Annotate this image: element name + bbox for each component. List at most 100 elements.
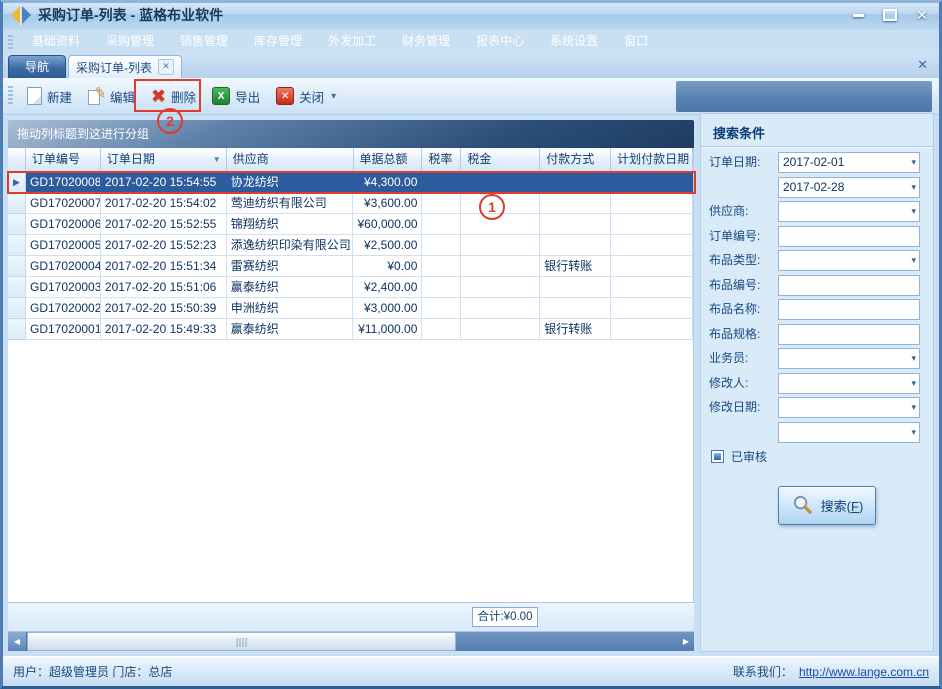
cell-tax[interactable] — [461, 214, 540, 235]
chevron-down-icon[interactable]: ▾ — [911, 153, 916, 172]
search-button[interactable]: 搜索(F) — [778, 486, 876, 525]
cell-total[interactable]: ¥0.00 — [353, 256, 422, 277]
cell-order_date[interactable]: 2017-02-20 15:51:06 — [101, 277, 227, 298]
chevron-down-icon[interactable]: ▾ — [911, 202, 916, 221]
menu-item-2[interactable]: 销售管理 — [167, 30, 241, 53]
column-header-tax_rate[interactable]: 税率 — [422, 148, 461, 172]
chevron-down-icon[interactable]: ▾ — [911, 349, 916, 368]
cell-planned_date[interactable] — [611, 214, 693, 235]
website-link[interactable]: http://www.lange.com.cn — [799, 665, 929, 679]
cell-payment[interactable] — [540, 193, 611, 214]
cell-total[interactable]: ¥3,000.00 — [353, 298, 422, 319]
cell-payment[interactable] — [540, 235, 611, 256]
audited-checkbox[interactable] — [711, 450, 724, 463]
column-header-tax[interactable]: 税金 — [461, 148, 540, 172]
cell-tax[interactable] — [461, 193, 540, 214]
cell-tax[interactable] — [461, 319, 540, 340]
cell-total[interactable]: ¥60,000.00 — [353, 214, 422, 235]
menu-item-4[interactable]: 外发加工 — [315, 30, 389, 53]
cell-supplier[interactable]: 协龙纺织 — [227, 172, 354, 193]
maximize-icon[interactable] — [880, 6, 900, 24]
menu-item-0[interactable]: 基础资料 — [19, 30, 93, 53]
cell-order_date[interactable]: 2017-02-20 15:50:39 — [101, 298, 227, 319]
tab-purchase-order-list[interactable]: 采购订单-列表 ✕ — [68, 55, 182, 78]
cell-tax[interactable] — [461, 277, 540, 298]
table-row[interactable]: GD170200062017-02-20 15:52:55锦翔纺织¥60,000… — [8, 214, 693, 235]
cell-total[interactable]: ¥3,600.00 — [353, 193, 422, 214]
cell-order_no[interactable]: GD17020007 — [26, 193, 101, 214]
table-row[interactable]: GD170200072017-02-20 15:54:02莺迪纺织有限公司¥3,… — [8, 193, 693, 214]
column-header-supplier[interactable]: 供应商 — [227, 148, 354, 172]
cell-tax_rate[interactable] — [422, 214, 461, 235]
tab-navigation[interactable]: 导航 — [8, 55, 66, 78]
scroll-right-icon[interactable]: ▶ — [683, 632, 689, 651]
cell-order_no[interactable]: GD17020008 — [26, 172, 101, 193]
input-fabric-name[interactable] — [778, 299, 920, 320]
horizontal-scrollbar[interactable]: ◀ ▶ — [8, 632, 694, 651]
cell-planned_date[interactable] — [611, 172, 693, 193]
combo-order-date-from[interactable]: 2017-02-01▾ — [778, 152, 920, 173]
cell-planned_date[interactable] — [611, 235, 693, 256]
table-row[interactable]: GD170200012017-02-20 15:49:33赢泰纺织¥11,000… — [8, 319, 693, 340]
combo-supplier[interactable]: ▾ — [778, 201, 920, 222]
column-header-planned_date[interactable]: 计划付款日期 — [611, 148, 693, 172]
cell-planned_date[interactable] — [611, 193, 693, 214]
column-header-order_date[interactable]: 订单日期▼ — [101, 148, 227, 172]
cell-total[interactable]: ¥2,500.00 — [353, 235, 422, 256]
cell-total[interactable]: ¥11,000.00 — [353, 319, 422, 340]
close-button[interactable]: ✕关闭▾ — [276, 87, 336, 106]
scrollbar-thumb[interactable] — [27, 632, 456, 651]
cell-order_date[interactable]: 2017-02-20 15:54:55 — [101, 172, 227, 193]
cell-planned_date[interactable] — [611, 319, 693, 340]
combo-order-date-to[interactable]: 2017-02-28▾ — [778, 177, 920, 198]
input-fabric-spec[interactable] — [778, 324, 920, 345]
cell-tax[interactable] — [461, 256, 540, 277]
cell-tax_rate[interactable] — [422, 277, 461, 298]
cell-order_no[interactable]: GD17020005 — [26, 235, 101, 256]
menu-item-7[interactable]: 系统设置 — [537, 30, 611, 53]
cell-tax_rate[interactable] — [422, 298, 461, 319]
new-button[interactable]: 新建 — [27, 87, 72, 106]
cell-order_no[interactable]: GD17020003 — [26, 277, 101, 298]
cell-supplier[interactable]: 锦翔纺织 — [227, 214, 354, 235]
cell-supplier[interactable]: 莺迪纺织有限公司 — [227, 193, 354, 214]
cell-planned_date[interactable] — [611, 277, 693, 298]
cell-total[interactable]: ¥2,400.00 — [353, 277, 422, 298]
cell-supplier[interactable]: 赢泰纺织 — [227, 319, 354, 340]
cell-supplier[interactable]: 申洲纺织 — [227, 298, 354, 319]
column-header-order_no[interactable]: 订单编号 — [26, 148, 101, 172]
cell-order_date[interactable]: 2017-02-20 15:49:33 — [101, 319, 227, 340]
cell-order_no[interactable]: GD17020004 — [26, 256, 101, 277]
cell-payment[interactable] — [540, 214, 611, 235]
cell-payment[interactable] — [540, 172, 611, 193]
cell-total[interactable]: ¥4,300.00 — [353, 172, 422, 193]
cell-supplier[interactable]: 添逸纺织印染有限公司 — [227, 235, 354, 256]
cell-tax[interactable] — [461, 235, 540, 256]
cell-tax_rate[interactable] — [422, 319, 461, 340]
combo-salesman[interactable]: ▾ — [778, 348, 920, 369]
cell-tax_rate[interactable] — [422, 235, 461, 256]
cell-order_date[interactable]: 2017-02-20 15:51:34 — [101, 256, 227, 277]
chevron-down-icon[interactable]: ▾ — [911, 178, 916, 197]
cell-payment[interactable]: 银行转账 — [540, 319, 611, 340]
cell-tax_rate[interactable] — [422, 256, 461, 277]
cell-tax_rate[interactable] — [422, 193, 461, 214]
cell-payment[interactable] — [540, 277, 611, 298]
panel-close-icon[interactable]: ✕ — [917, 57, 928, 73]
cell-tax[interactable] — [461, 298, 540, 319]
cell-order_no[interactable]: GD17020002 — [26, 298, 101, 319]
column-header-payment[interactable]: 付款方式 — [540, 148, 611, 172]
cell-tax[interactable] — [461, 172, 540, 193]
combo-modify-date-from[interactable]: ▾ — [778, 397, 920, 418]
chevron-down-icon[interactable]: ▾ — [331, 91, 336, 102]
cell-payment[interactable]: 银行转账 — [540, 256, 611, 277]
menu-item-8[interactable]: 窗口 — [611, 30, 661, 53]
close-window-icon[interactable]: ✕ — [912, 6, 932, 24]
edit-button[interactable]: 编辑 — [88, 87, 135, 106]
table-row[interactable]: GD170200032017-02-20 15:51:06赢泰纺织¥2,400.… — [8, 277, 693, 298]
cell-planned_date[interactable] — [611, 298, 693, 319]
cell-supplier[interactable]: 雷赛纺织 — [227, 256, 354, 277]
cell-planned_date[interactable] — [611, 256, 693, 277]
menu-item-3[interactable]: 库存管理 — [241, 30, 315, 53]
export-button[interactable]: X导出 — [212, 87, 260, 106]
